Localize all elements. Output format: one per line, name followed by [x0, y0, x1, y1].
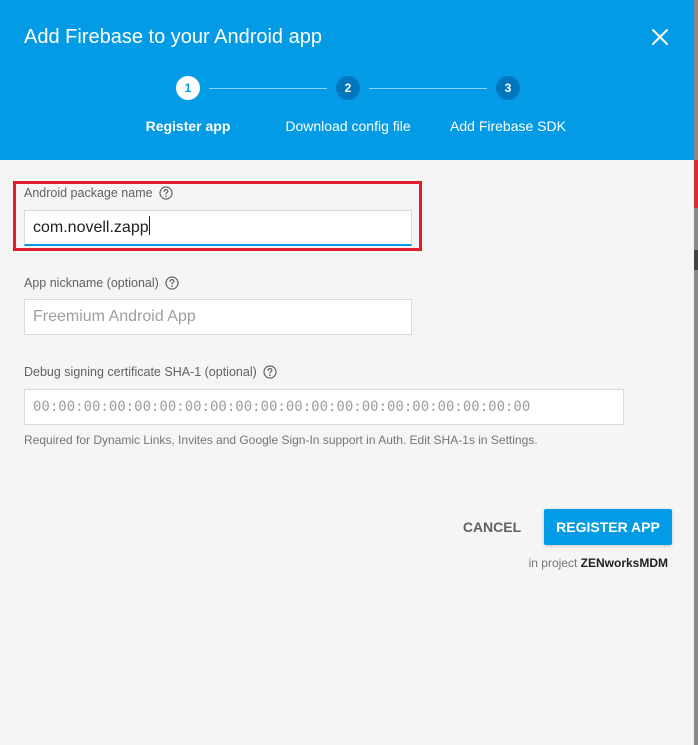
dialog-header: Add Firebase to your Android app 1 2 3 R… — [0, 0, 694, 160]
nickname-placeholder: Freemium Android App — [33, 308, 196, 325]
sha1-label-text: Debug signing certificate SHA-1 (optiona… — [24, 365, 257, 379]
help-icon[interactable] — [263, 365, 277, 379]
nickname-input[interactable]: Freemium Android App — [24, 299, 412, 335]
package-name-input[interactable]: com.novell.zapp — [24, 210, 412, 246]
step-1-number: 1 — [176, 76, 200, 100]
project-name: ZENworksMDM — [580, 556, 668, 570]
package-name-label: Android package name — [24, 186, 173, 200]
step-1-label: Register app — [145, 118, 231, 134]
step-2-label: Download config file — [285, 118, 411, 134]
project-info: in project ZENworksMDM — [529, 556, 668, 570]
background-red-accent — [694, 160, 698, 208]
step-connector — [209, 88, 327, 89]
project-prefix: in project — [528, 556, 578, 570]
help-icon[interactable] — [158, 186, 173, 200]
register-app-button[interactable]: REGISTER APP — [544, 509, 672, 545]
background-dark-accent — [694, 250, 698, 270]
dialog-title: Add Firebase to your Android app — [24, 26, 322, 48]
package-name-label-text: Android package name — [24, 186, 153, 200]
add-firebase-dialog: Add Firebase to your Android app 1 2 3 R… — [0, 0, 694, 745]
sha1-label: Debug signing certificate SHA-1 (optiona… — [24, 365, 277, 379]
help-icon[interactable] — [165, 276, 179, 290]
nickname-label-text: App nickname (optional) — [24, 276, 159, 290]
step-connector — [369, 88, 487, 89]
cancel-button[interactable]: CANCEL — [454, 510, 530, 544]
sha1-input[interactable]: 00:00:00:00:00:00:00:00:00:00:00:00:00:0… — [24, 389, 624, 425]
nickname-label: App nickname (optional) — [24, 276, 179, 290]
text-caret — [148, 216, 150, 235]
sha1-placeholder: 00:00:00:00:00:00:00:00:00:00:00:00:00:0… — [33, 399, 531, 415]
stepper: 1 2 3 Register app Download config file … — [0, 76, 694, 146]
step-3-number: 3 — [496, 76, 520, 100]
sha1-hint: Required for Dynamic Links, Invites and … — [24, 433, 538, 447]
step-2-number: 2 — [336, 76, 360, 100]
background-page-edge — [694, 0, 698, 745]
close-icon[interactable] — [648, 25, 672, 49]
step-3-label: Add Firebase SDK — [450, 118, 566, 134]
package-name-value: com.novell.zapp — [33, 219, 149, 236]
